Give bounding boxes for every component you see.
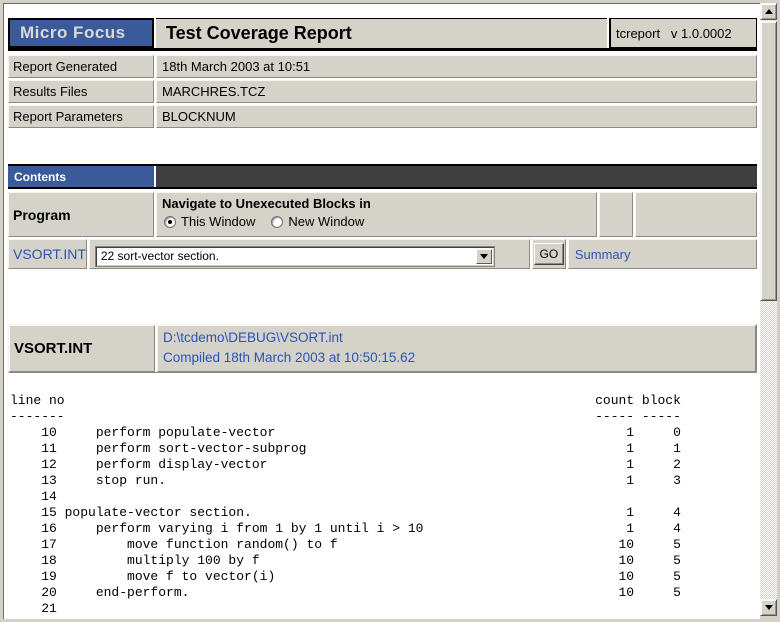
tool-version: tcreport v 1.0.0002	[609, 18, 757, 48]
navigate-label: Navigate to Unexecuted Blocks in	[162, 196, 596, 211]
section-dropdown-cell: 22 sort-vector section.	[89, 239, 530, 269]
go-cell: GO	[532, 239, 566, 269]
new-window-radio[interactable]	[271, 216, 283, 228]
table-row: Report Parameters BLOCKNUM	[8, 105, 757, 128]
file-section: VSORT.INT D:\tcdemo\DEBUG\VSORT.int Comp…	[8, 324, 757, 373]
contents-bar-fill	[156, 166, 757, 187]
arrow-up-icon	[765, 5, 773, 14]
scroll-down-button[interactable]	[760, 599, 777, 616]
report-parameters-value: BLOCKNUM	[156, 105, 757, 128]
scrollbar-thumb[interactable]	[760, 21, 777, 301]
table-row: Report Generated 18th March 2003 at 10:5…	[8, 55, 757, 78]
summary-cell: Summary	[568, 239, 757, 269]
results-files-value: MARCHRES.TCZ	[156, 80, 757, 103]
vsort-program-link[interactable]: VSORT.INT	[13, 246, 86, 262]
program-column-header: Program	[8, 192, 154, 237]
micro-focus-logo: Micro Focus	[8, 18, 154, 48]
table-row: VSORT.INT 22 sort-vector section. GO Sum…	[8, 239, 757, 269]
unexecuted-block-dropdown[interactable]: 22 sort-vector section.	[95, 246, 495, 267]
file-path-link[interactable]: D:\tcdemo\DEBUG\VSORT.int	[163, 330, 343, 345]
empty-cell	[599, 192, 633, 237]
summary-link[interactable]: Summary	[575, 247, 631, 262]
window-target-radios: This Window New Window	[162, 214, 596, 229]
navigate-cell: Navigate to Unexecuted Blocks in This Wi…	[156, 192, 597, 237]
program-link-cell: VSORT.INT	[8, 239, 87, 269]
report-header: Micro Focus Test Coverage Report tcrepor…	[8, 18, 757, 51]
file-compiled-text: Compiled 18th March 2003 at 10:50:15.62	[163, 350, 415, 365]
table-row: Program Navigate to Unexecuted Blocks in…	[8, 192, 757, 237]
report-parameters-label: Report Parameters	[8, 105, 154, 128]
empty-cell	[635, 192, 757, 237]
contents-title: Contents	[8, 166, 154, 187]
vertical-scrollbar[interactable]	[760, 3, 777, 616]
report-generated-label: Report Generated	[8, 55, 154, 78]
go-button[interactable]: GO	[534, 243, 565, 265]
table-row: Results Files MARCHRES.TCZ	[8, 80, 757, 103]
dropdown-arrow-button[interactable]	[476, 249, 492, 264]
page-title: Test Coverage Report	[156, 18, 607, 48]
program-table: Program Navigate to Unexecuted Blocks in…	[8, 192, 757, 269]
file-info-cell: D:\tcdemo\DEBUG\VSORT.int Compiled 18th …	[157, 325, 756, 372]
file-name: VSORT.INT	[9, 325, 155, 372]
report-generated-value: 18th March 2003 at 10:51	[156, 55, 757, 78]
contents-bar: Contents	[8, 164, 757, 189]
report-page: Micro Focus Test Coverage Report tcrepor…	[3, 3, 760, 619]
results-files-label: Results Files	[8, 80, 154, 103]
arrow-down-icon	[765, 605, 773, 614]
new-window-label[interactable]: New Window	[288, 214, 364, 229]
dropdown-selected-value: 22 sort-vector section.	[96, 247, 494, 266]
chevron-down-icon	[480, 254, 488, 263]
report-info-table: Report Generated 18th March 2003 at 10:5…	[8, 55, 757, 128]
coverage-source-listing: line no count block ------- ----- ----- …	[8, 393, 757, 617]
this-window-radio[interactable]	[164, 216, 176, 228]
scroll-up-button[interactable]	[760, 3, 777, 20]
this-window-label[interactable]: This Window	[181, 214, 255, 229]
